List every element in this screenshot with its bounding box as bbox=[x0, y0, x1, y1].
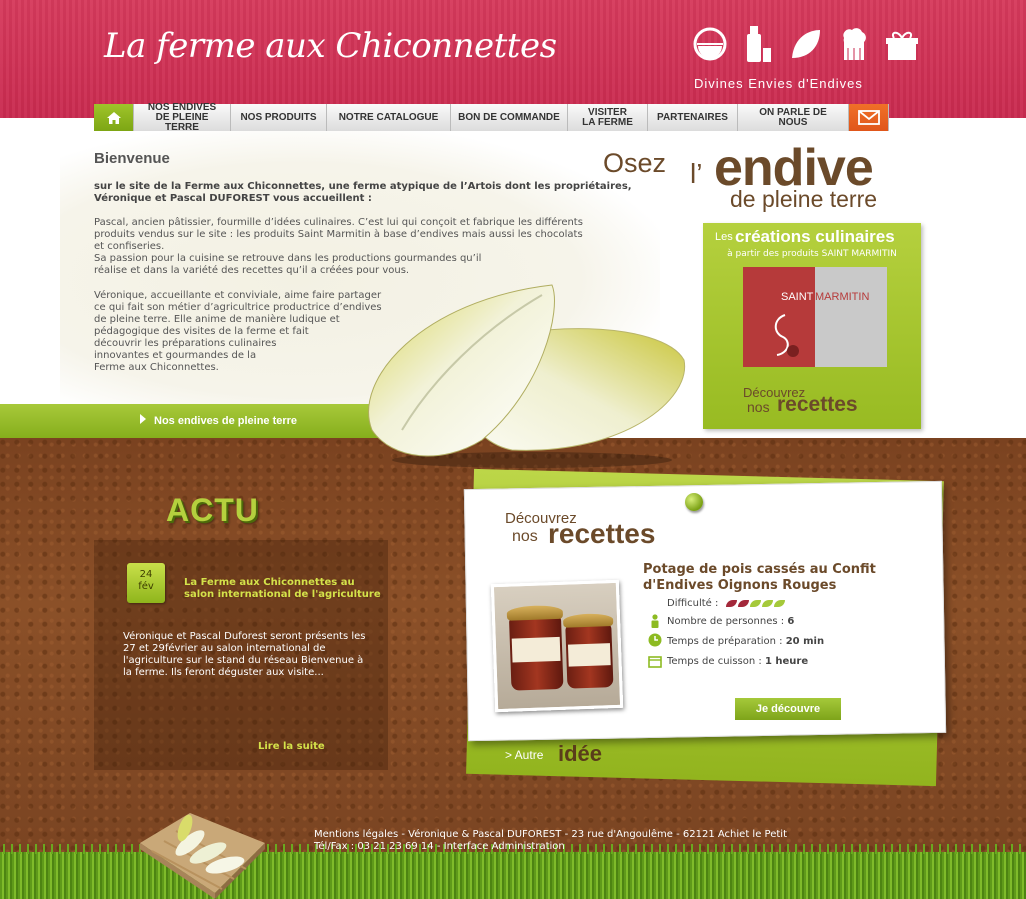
nav-contact[interactable] bbox=[849, 104, 889, 131]
text-line: de pleine terre. Elle anime de manière l… bbox=[94, 314, 340, 325]
mail-icon bbox=[857, 110, 880, 125]
brand-right: MARMITIN bbox=[815, 291, 870, 303]
cook-value: 1 heure bbox=[764, 656, 809, 667]
difficulty-leaf-icon bbox=[725, 599, 737, 607]
text-line: Sa passion pour la cuisine se retrouve d… bbox=[94, 253, 482, 264]
main-nav: NOS ENDIVES DE PLEINE TERRE NOS PRODUITS… bbox=[94, 102, 889, 132]
text-line: découvrir les préparations culinaires bbox=[94, 338, 277, 349]
legal-link[interactable]: Mentions légales bbox=[314, 829, 398, 840]
difficulty-leaf-icon bbox=[761, 599, 773, 607]
gift-icon bbox=[884, 24, 920, 64]
recipe-nos: nos bbox=[512, 528, 538, 545]
persons-label: Nombre de personnes : bbox=[667, 616, 785, 627]
actu-body: Véronique et Pascal Duforest seront prés… bbox=[123, 631, 366, 678]
creations-panel[interactable]: Les créations culinaires à partir des pr… bbox=[703, 223, 921, 429]
text-line: ce qui fait son métier d’agricultrice pr… bbox=[94, 302, 382, 313]
welcome-intro: sur le site de la Ferme aux Chiconnettes… bbox=[94, 181, 632, 204]
nav-presse[interactable]: ON PARLE DE NOUS bbox=[738, 104, 849, 131]
pin-icon bbox=[685, 493, 703, 511]
nav-bon-commande[interactable]: BON DE COMMANDE bbox=[451, 104, 568, 131]
creations-nos: nos bbox=[747, 399, 770, 415]
person-icon bbox=[651, 614, 659, 628]
bottle-icon bbox=[740, 24, 776, 64]
slogan-sub: de pleine terre bbox=[730, 186, 878, 212]
nav-endives[interactable]: NOS ENDIVES DE PLEINE TERRE bbox=[134, 102, 231, 132]
prep-value: 20 min bbox=[785, 636, 825, 647]
difficulty-label: Difficulté : bbox=[667, 598, 719, 609]
endives-link-label: Nos endives de pleine terre bbox=[154, 415, 298, 427]
nav-partenaires[interactable]: PARTENAIRES bbox=[648, 104, 738, 131]
nav-produits[interactable]: NOS PRODUITS bbox=[231, 104, 327, 131]
date-badge: 24 fév bbox=[127, 563, 165, 603]
recipe-recettes: recettes bbox=[548, 518, 656, 549]
prep-row: Temps de préparation : 20 min bbox=[667, 636, 824, 647]
discover-button[interactable]: Je découvre bbox=[735, 698, 841, 720]
difficulty-leaf-icon bbox=[737, 599, 749, 607]
difficulty-leaf-icon bbox=[749, 599, 761, 607]
footer-address: - Véronique & Pascal DUFOREST - 23 rue d… bbox=[398, 829, 787, 840]
persons-row: Nombre de personnes : 6 bbox=[667, 616, 794, 627]
creations-title: créations culinaires bbox=[735, 227, 895, 246]
text-line: Véronique, accueillante et conviviale, a… bbox=[94, 290, 382, 301]
difficulty-rating bbox=[725, 599, 785, 607]
creations-recettes: recettes bbox=[777, 393, 858, 416]
actu-title: ACTU bbox=[166, 492, 259, 528]
chef-hat-icon bbox=[836, 24, 872, 64]
other-idea-word[interactable]: idée bbox=[558, 741, 602, 767]
cook-row: Temps de cuisson : 1 heure bbox=[667, 656, 808, 667]
brand-left: SAINT bbox=[781, 291, 814, 303]
site-logo[interactable]: La ferme aux Chiconnettes bbox=[104, 26, 557, 66]
saint-marmitin-logo: SAINT MARMITIN bbox=[743, 267, 887, 367]
difficulty-leaf-icon bbox=[773, 599, 785, 607]
nav-home[interactable] bbox=[94, 104, 134, 131]
date-month: fév bbox=[138, 581, 154, 592]
creations-subtitle: à partir des produits SAINT MARMITIN bbox=[727, 249, 897, 259]
pot-icon bbox=[648, 656, 662, 668]
other-idea-link[interactable]: > Autre bbox=[505, 748, 543, 762]
persons-value: 6 bbox=[787, 616, 795, 627]
arrow-right-icon bbox=[140, 414, 146, 424]
clock-icon bbox=[648, 633, 662, 647]
welcome-paragraph-1: Pascal, ancien pâtissier, fourmille d’id… bbox=[94, 217, 583, 277]
footer-line-1: Mentions légales - Véronique & Pascal DU… bbox=[314, 829, 787, 840]
creations-les: Les bbox=[715, 231, 733, 243]
read-more-link[interactable]: Lire la suite bbox=[258, 741, 325, 752]
welcome-paragraph-2: Véronique, accueillante et conviviale, a… bbox=[94, 290, 382, 374]
endive-image bbox=[368, 284, 686, 468]
bowl-icon bbox=[692, 24, 728, 64]
tagline: Divines Envies d'Endives bbox=[694, 76, 863, 91]
prep-label: Temps de préparation : bbox=[667, 636, 783, 647]
slogan-osez: Osez bbox=[603, 148, 667, 178]
text-line: Ferme aux Chiconnettes. bbox=[94, 362, 219, 373]
nav-visiter[interactable]: VISITER LA FERME bbox=[568, 104, 648, 131]
home-icon bbox=[106, 111, 121, 124]
chef-face-icon bbox=[774, 314, 799, 357]
text-line: innovantes et gourmandes de la bbox=[94, 350, 257, 361]
date-day: 24 bbox=[139, 569, 153, 580]
actu-headline-link[interactable]: La Ferme aux Chiconnettes au salon inter… bbox=[184, 577, 384, 601]
recipe-photo[interactable] bbox=[490, 579, 624, 713]
leaf-icon bbox=[788, 24, 824, 64]
welcome-title: Bienvenue bbox=[94, 150, 170, 167]
endives-link[interactable]: Nos endives de pleine terre bbox=[140, 414, 297, 427]
difficulty-row: Difficulté : bbox=[667, 598, 785, 609]
text-line: produits vendus sur le site : les produi… bbox=[94, 229, 583, 240]
header-icons bbox=[692, 24, 920, 64]
admin-link[interactable]: Interface Administration bbox=[444, 841, 565, 852]
slogan-l: l’ bbox=[690, 158, 703, 189]
text-line: Pascal, ancien pâtissier, fourmille d’id… bbox=[94, 217, 583, 228]
footer-line-2: Tél/Fax : 03 21 23 69 14 - Interface Adm… bbox=[314, 841, 565, 852]
text-line: réalise et dans la variété des recettes … bbox=[94, 265, 410, 276]
text-line: et confiseries. bbox=[94, 241, 165, 252]
text-line: pédagogique des visites de la ferme et f… bbox=[94, 326, 309, 337]
cook-label: Temps de cuisson : bbox=[667, 656, 762, 667]
endive-crate-image bbox=[140, 813, 265, 899]
recipe-title[interactable]: Potage de pois cassés au Confit d'Endive… bbox=[643, 562, 913, 594]
footer-tel: Tél/Fax : 03 21 23 69 14 bbox=[314, 841, 434, 852]
nav-catalogue[interactable]: NOTRE CATALOGUE bbox=[327, 104, 451, 131]
